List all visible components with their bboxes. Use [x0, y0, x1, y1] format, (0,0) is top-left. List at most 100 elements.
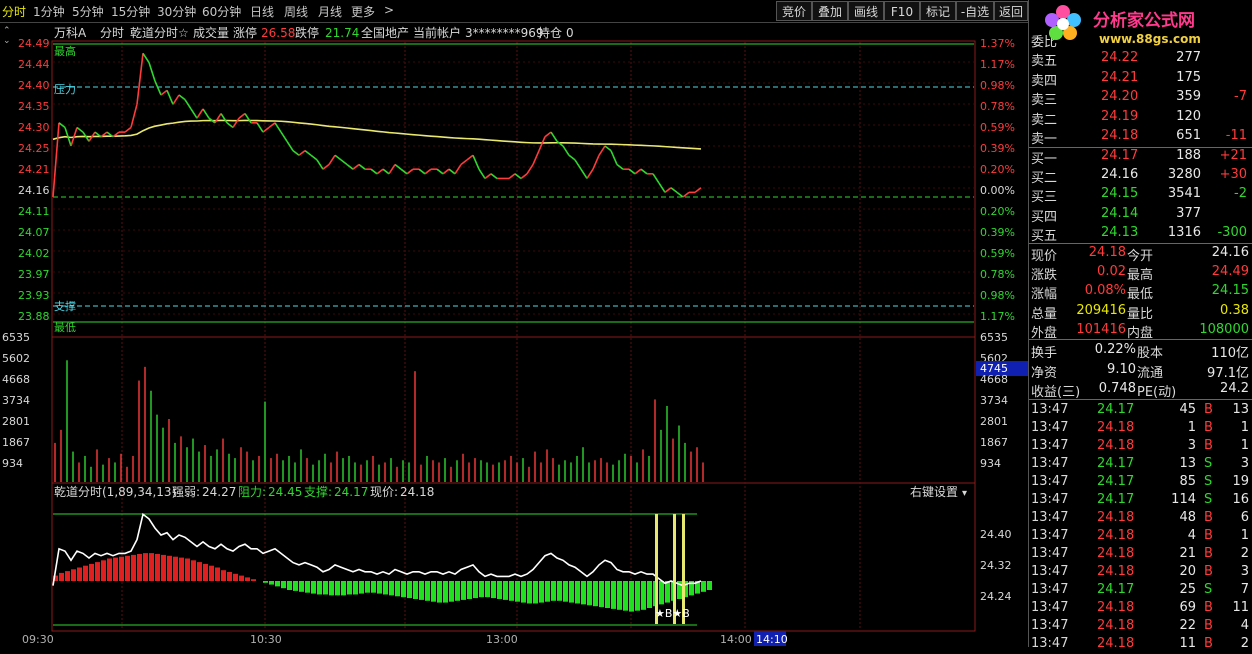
fundamental-row: 收益(三) 0.748 PE(动) 24.2 — [1029, 380, 1252, 400]
bid-level-row: 买二 24.16 3280 +30 — [1029, 166, 1252, 187]
bid-change: -300 — [1217, 224, 1247, 240]
chart-area[interactable]: ⌃ ⌄ 万科A 分时 乾道分时☆ 成交量 涨停 26.58 跌停 21.74 全… — [0, 23, 1028, 647]
price-segment — [166, 90, 174, 105]
bid-level-label: 买五 — [1031, 228, 1058, 244]
strength-bar — [599, 581, 604, 608]
strength-bar — [383, 581, 388, 595]
tick-count: 3 — [1240, 456, 1249, 471]
strength-bar — [605, 581, 610, 608]
bid-level-label: 买二 — [1031, 171, 1058, 187]
quote-label: 涨跌 — [1031, 268, 1058, 284]
strength-bar — [161, 554, 166, 581]
strength-bar — [101, 560, 106, 581]
bid-level-label: 买四 — [1031, 209, 1058, 225]
add-watchlist-button[interactable]: -自选 — [956, 1, 994, 21]
current-price-label: 现价: — [370, 485, 398, 499]
strength-bar — [89, 563, 94, 581]
price-segment — [490, 173, 498, 180]
quote-label: 最高 — [1127, 268, 1154, 284]
fundamental-label: 股本 — [1137, 346, 1164, 361]
tick-row: 13:47 24.18 1 B 1 — [1029, 419, 1252, 438]
mark-button[interactable]: 标记 — [920, 1, 956, 21]
strength-bar — [665, 581, 670, 603]
tick-volume: 3 — [1187, 438, 1196, 453]
period-tab-30min[interactable]: 30分钟 — [157, 3, 196, 20]
ask-level-label: 卖三 — [1031, 93, 1058, 108]
price-segment — [598, 145, 606, 156]
price-tick: 24.21 — [18, 163, 50, 176]
period-tab-timeshare[interactable]: 分时 — [2, 3, 26, 20]
scroll-down-icon[interactable]: ⌄ — [3, 36, 11, 46]
f10-button[interactable]: F10 — [884, 1, 920, 21]
volume-tick: 6535 — [2, 331, 30, 344]
intraday-chart[interactable]: ⌃ ⌄ 万科A 分时 乾道分时☆ 成交量 涨停 26.58 跌停 21.74 全… — [0, 23, 1028, 647]
quote-row: 涨幅 0.08% 最低 24.15 — [1029, 282, 1252, 302]
bid-change: +30 — [1219, 167, 1247, 183]
scroll-up-icon[interactable]: ⌃ — [3, 26, 11, 36]
tick-price: 24.18 — [1097, 510, 1135, 525]
strength-bar — [359, 581, 364, 594]
bid-price: 24.17 — [1101, 148, 1139, 163]
more-arrow-icon[interactable]: > — [384, 3, 394, 17]
tick-count: 13 — [1232, 402, 1249, 417]
strength-bar — [623, 581, 628, 611]
ask-volume: 175 — [1176, 69, 1201, 85]
bid-price: 24.13 — [1101, 224, 1139, 240]
price-segment — [142, 52, 150, 63]
period-tab-weekly[interactable]: 周线 — [284, 3, 308, 20]
tick-side: B — [1204, 618, 1213, 633]
overlay-button[interactable]: 叠加 — [812, 1, 848, 21]
strength-bar — [281, 581, 286, 589]
tick-time: 13:47 — [1031, 456, 1069, 471]
strength-bar — [425, 581, 430, 601]
tick-side: B — [1204, 420, 1213, 435]
ask-level-label: 卖五 — [1031, 54, 1058, 69]
tick-time: 13:47 — [1031, 600, 1069, 615]
price-segment — [178, 94, 186, 101]
period-tab-monthly[interactable]: 月线 — [318, 3, 342, 20]
fundamental-value: 97.1亿 — [1207, 365, 1249, 381]
price-tick: 23.88 — [18, 310, 50, 323]
percent-tick: 0.00% — [980, 184, 1015, 197]
bid-level-label: 买一 — [1031, 152, 1058, 167]
volume-tick-right: 934 — [980, 457, 1001, 470]
strength-bar — [113, 557, 118, 581]
period-tab-1min[interactable]: 1分钟 — [33, 3, 65, 20]
account-value: 3********969 — [465, 26, 544, 40]
quote-label: 今开 — [1127, 249, 1154, 264]
price-segment — [172, 94, 180, 105]
volume-tick: 3734 — [2, 394, 30, 407]
strength-bar — [299, 581, 304, 592]
price-segment — [124, 126, 132, 133]
price-tick: 23.97 — [18, 268, 50, 281]
period-tab-more[interactable]: 更多 — [351, 3, 375, 20]
support-value: 24.17 — [334, 485, 368, 499]
price-segment — [460, 159, 468, 166]
tick-time: 13:47 — [1031, 582, 1069, 597]
draw-line-button[interactable]: 画线 — [848, 1, 884, 21]
period-tab-15min[interactable]: 15分钟 — [111, 3, 150, 20]
settings-dropdown-icon[interactable]: ▾ — [962, 488, 967, 499]
price-segment — [400, 168, 408, 175]
ask-price: 24.20 — [1101, 89, 1139, 104]
period-tab-daily[interactable]: 日线 — [250, 3, 274, 20]
quote-row: 现价 24.18 今开 24.16 — [1029, 244, 1252, 264]
tick-side: S — [1204, 474, 1213, 489]
auction-button[interactable]: 竞价 — [776, 1, 812, 21]
indicator-name[interactable]: 乾道分时☆ — [130, 26, 189, 40]
tick-volume: 13 — [1179, 456, 1196, 471]
tick-volume: 69 — [1179, 600, 1196, 615]
tick-price: 24.18 — [1097, 618, 1135, 633]
back-button[interactable]: 返回 — [994, 1, 1028, 21]
strength-bar — [563, 581, 568, 602]
tick-time: 13:47 — [1031, 546, 1069, 561]
percent-tick: 0.20% — [980, 163, 1015, 176]
site-logo[interactable]: 分析家公式网 www.88gs.com — [1041, 2, 1252, 48]
price-segment — [376, 168, 384, 175]
period-toolbar: 分时 1分钟 5分钟 15分钟 30分钟 60分钟 日线 周线 月线 更多 > … — [0, 0, 1028, 23]
period-tab-5min[interactable]: 5分钟 — [72, 3, 104, 20]
strength-bar — [539, 581, 544, 603]
right-click-settings[interactable]: 右键设置 — [910, 484, 958, 499]
limit-down-value: 21.74 — [325, 26, 359, 40]
period-tab-60min[interactable]: 60分钟 — [202, 3, 241, 20]
